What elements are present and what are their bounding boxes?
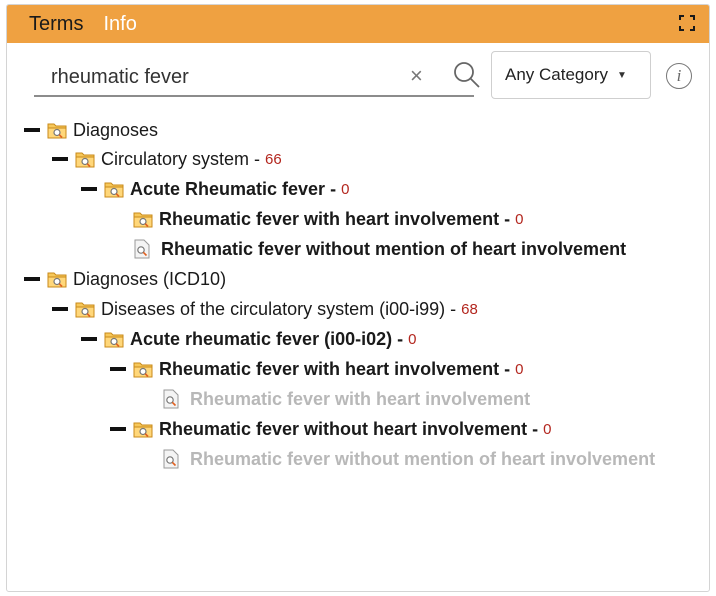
separator: - <box>504 358 511 379</box>
tree-node[interactable]: Rheumatic fever without mention of heart… <box>133 234 626 264</box>
tree-node-label: Acute rheumatic fever (i00-i02) <box>130 328 393 349</box>
tree-node[interactable]: Circulatory system - 66 <box>52 144 282 174</box>
tree-node[interactable]: Rheumatic fever with heart involvement -… <box>133 204 523 234</box>
search-icon[interactable] <box>452 60 482 90</box>
terms-panel: Terms Info × Any Category ▼ i Diagnoses <box>6 4 710 592</box>
tree-node[interactable]: Rheumatic fever without mention of heart… <box>162 444 655 474</box>
count-badge: 68 <box>461 300 478 318</box>
tree-node-label: Diagnoses (ICD10) <box>73 268 227 289</box>
search-field: × <box>34 61 480 97</box>
tab-info[interactable]: Info <box>83 13 136 36</box>
separator: - <box>330 178 337 199</box>
folder-search-icon <box>47 121 67 139</box>
count-badge: 0 <box>515 210 524 228</box>
search-input[interactable] <box>51 63 351 91</box>
tree-node-label: Acute Rheumatic fever <box>130 178 326 199</box>
document-search-icon <box>133 239 151 259</box>
tree-node-label: Rheumatic fever without mention of heart… <box>190 448 656 469</box>
folder-search-icon <box>133 360 153 378</box>
count-badge: 0 <box>341 180 350 198</box>
tree-node[interactable]: Diagnoses (ICD10) <box>24 264 226 294</box>
folder-search-icon <box>47 270 67 288</box>
folder-search-icon <box>104 180 124 198</box>
info-icon[interactable]: i <box>666 63 692 89</box>
count-badge: 0 <box>515 360 524 378</box>
collapse-icon[interactable] <box>110 367 126 371</box>
clear-icon[interactable]: × <box>410 65 423 87</box>
panel-header: Terms Info <box>7 5 709 43</box>
collapse-icon[interactable] <box>52 307 68 311</box>
tree-node-label: Rheumatic fever without mention of heart… <box>161 238 627 259</box>
count-badge: 0 <box>408 330 417 348</box>
collapse-icon[interactable] <box>24 277 40 281</box>
tree-node-label: Diseases of the circulatory system (i00-… <box>101 298 446 319</box>
category-select[interactable]: Any Category ▼ <box>491 51 651 99</box>
tree-node-label: Circulatory system <box>101 148 250 169</box>
folder-search-icon <box>104 330 124 348</box>
collapse-icon[interactable] <box>81 337 97 341</box>
count-badge: 66 <box>265 150 282 168</box>
folder-search-icon <box>75 150 95 168</box>
separator: - <box>450 298 457 319</box>
tree-node[interactable]: Diagnoses <box>24 115 158 145</box>
caret-down-icon: ▼ <box>617 69 627 81</box>
category-select-label: Any Category <box>505 65 608 84</box>
separator: - <box>504 208 511 229</box>
tree-node[interactable]: Rheumatic fever with heart involvement <box>162 384 530 414</box>
folder-search-icon <box>75 300 95 318</box>
tree-node[interactable]: Rheumatic fever without heart involvemen… <box>110 414 551 444</box>
collapse-icon[interactable] <box>81 187 97 191</box>
tree-node[interactable]: Acute Rheumatic fever - 0 <box>81 174 349 204</box>
tree-node-label: Diagnoses <box>73 119 159 140</box>
tab-terms[interactable]: Terms <box>7 13 83 36</box>
document-search-icon <box>162 449 180 469</box>
folder-search-icon <box>133 210 153 228</box>
tree-node-label: Rheumatic fever with heart involvement <box>159 208 500 229</box>
tree-node[interactable]: Acute rheumatic fever (i00-i02) - 0 <box>81 324 416 354</box>
separator: - <box>254 148 261 169</box>
collapse-icon[interactable] <box>52 157 68 161</box>
tree-node-label: Rheumatic fever with heart involvement <box>159 358 500 379</box>
folder-search-icon <box>133 420 153 438</box>
collapse-icon[interactable] <box>24 128 40 132</box>
tree-node[interactable]: Rheumatic fever with heart involvement -… <box>110 354 523 384</box>
tree-node[interactable]: Diseases of the circulatory system (i00-… <box>52 294 478 324</box>
tree-node-label: Rheumatic fever with heart involvement <box>190 388 531 409</box>
tree-node-label: Rheumatic fever without heart involvemen… <box>159 418 528 439</box>
separator: - <box>532 418 539 439</box>
collapse-icon[interactable] <box>110 427 126 431</box>
separator: - <box>397 328 404 349</box>
expand-icon[interactable] <box>679 15 695 31</box>
count-badge: 0 <box>543 420 552 438</box>
document-search-icon <box>162 389 180 409</box>
